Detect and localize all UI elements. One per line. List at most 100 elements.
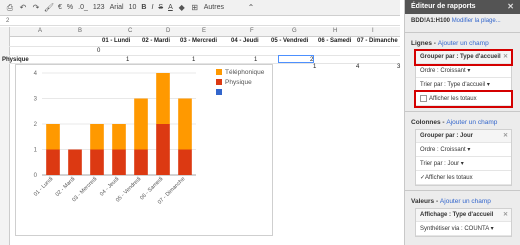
display-type-field[interactable]: Affichage : Type d'accueil ✕ — [416, 209, 511, 223]
y-tick-label: 0 — [34, 173, 38, 179]
col-g[interactable]: G — [292, 27, 297, 36]
header-tuesday[interactable]: 02 - Mardi — [142, 38, 170, 44]
rows-section-header: Lignes - Ajouter un champ — [411, 40, 489, 47]
show-totals-checkbox[interactable]: Afficher les totaux — [414, 89, 513, 109]
decimals-button[interactable]: .0_ — [78, 4, 88, 11]
header-wednesday[interactable]: 03 - Mercredi — [180, 38, 217, 44]
row-label-physique[interactable]: Physique — [2, 57, 29, 63]
col-f[interactable]: F — [250, 27, 254, 36]
y-tick-label: 2 — [34, 122, 38, 128]
x-tick-label: 04 - Jeudi — [99, 176, 120, 197]
columns-field-box: Grouper par : Jour ✕ Ordre : Croissant ▾… — [415, 129, 512, 187]
borders-icon[interactable]: ⊞ — [191, 3, 199, 12]
legend-swatch — [216, 89, 222, 95]
bar-segment — [90, 124, 104, 150]
cell-value[interactable]: 3 — [397, 64, 400, 70]
print-icon[interactable]: ⎙ — [6, 3, 14, 12]
divider — [405, 32, 520, 33]
panel-title-text: Éditeur de rapports — [411, 3, 476, 10]
header-saturday[interactable]: 06 - Samedi — [318, 38, 351, 44]
close-icon[interactable]: ✕ — [507, 0, 514, 14]
summarize-label: Synthétiser via : COUNTA — [420, 226, 489, 233]
column-headers: A B C D E F G H I — [0, 27, 400, 37]
strike-button[interactable]: S — [158, 4, 163, 11]
currency-button[interactable]: € — [58, 4, 62, 11]
number-format-button[interactable]: 123 — [93, 4, 105, 11]
fill-color-icon[interactable]: ◆ — [178, 3, 186, 12]
checkbox-icon[interactable] — [420, 95, 427, 102]
cell-value[interactable]: 1 — [254, 57, 257, 63]
col-a[interactable]: A — [38, 27, 42, 36]
bar-segment — [112, 124, 126, 150]
bar-segment — [68, 149, 82, 175]
order-select[interactable]: Ordre : Croissant ▾ — [416, 64, 511, 78]
header-friday[interactable]: 05 - Vendredi — [271, 38, 308, 44]
header-monday[interactable]: 01 - Lundi — [102, 38, 130, 44]
y-tick-label: 1 — [34, 148, 38, 154]
bar-segment — [156, 124, 170, 175]
bar-segment — [134, 149, 148, 175]
divider — [405, 190, 520, 192]
cell-value[interactable]: 4 — [356, 64, 359, 70]
undo-icon[interactable]: ↶ — [19, 3, 27, 12]
rows-field-box: Grouper par : Type d'accueil ✕ Ordre : C… — [414, 49, 513, 109]
summarize-select[interactable]: Synthétiser via : COUNTA ▾ — [416, 222, 511, 237]
bar-segment — [46, 124, 60, 150]
sort-select[interactable]: Trier par : Jour ▾ — [416, 157, 511, 172]
columns-label: Colonnes — [411, 119, 441, 127]
col-h[interactable]: H — [333, 27, 337, 36]
cell-value[interactable]: 1 — [192, 57, 195, 63]
values-section-header: Valeurs - Ajouter un champ — [411, 198, 491, 206]
add-value-field-link[interactable]: Ajouter un champ — [440, 198, 491, 205]
columns-section-header: Colonnes - Ajouter un champ — [411, 119, 498, 127]
col-c[interactable]: C — [128, 27, 132, 36]
cell-value[interactable]: 1 — [313, 64, 316, 70]
chart-svg: 0123401 - Lundi 02 - Mardi03 - Mercredi 04… — [33, 69, 265, 206]
panel-title: Éditeur de rapports ✕ — [405, 0, 520, 14]
edit-range-link[interactable]: Modifier la plage... — [452, 18, 501, 24]
font-select[interactable]: Arial — [110, 4, 124, 11]
more-button[interactable]: Autres — [204, 4, 224, 11]
col-d[interactable]: D — [166, 27, 170, 36]
report-editor-panel: Éditeur de rapports ✕ BDD!A1:H100 Modifi… — [404, 0, 520, 245]
display-type-label: Affichage : Type d'accueil — [420, 212, 494, 219]
bold-button[interactable]: B — [141, 4, 146, 11]
selected-cell[interactable] — [278, 55, 314, 63]
italic-button[interactable]: I — [151, 4, 153, 11]
paint-format-icon[interactable]: 🖌 — [44, 3, 54, 12]
remove-field-icon[interactable]: ✕ — [503, 53, 508, 60]
font-size-select[interactable]: 10 — [129, 4, 137, 11]
remove-field-icon[interactable]: ✕ — [503, 132, 508, 139]
add-column-field-link[interactable]: Ajouter un champ — [446, 119, 497, 126]
chart[interactable]: 0 1 2 3 4 01 - Lundi 02 - Mardi 03 - Mercredi 04… — [15, 64, 273, 236]
x-tick-label: 01 - Lundi — [33, 176, 55, 198]
legend-swatch — [216, 69, 222, 75]
col-b[interactable]: B — [78, 27, 82, 36]
sort-label: Trier par : Jour — [420, 161, 460, 168]
header-sunday[interactable]: 07 - Dimanche — [357, 38, 398, 44]
legend-label: Physique — [225, 79, 252, 86]
group-by-day-field[interactable]: Grouper par : Jour ✕ — [416, 130, 511, 144]
group-by-type-field[interactable]: Grouper par : Type d'accueil ✕ — [414, 49, 513, 66]
col-e[interactable]: E — [202, 27, 206, 36]
cell-value[interactable]: 0 — [97, 48, 100, 54]
col-i[interactable]: I — [372, 27, 374, 36]
header-thursday[interactable]: 04 - Jeudi — [231, 38, 259, 44]
cell-value[interactable]: 2 — [310, 57, 313, 63]
remove-field-icon[interactable]: ✕ — [503, 211, 508, 218]
percent-button[interactable]: % — [67, 4, 73, 11]
sort-select[interactable]: Trier par : Type d'accueil ▾ — [416, 78, 511, 92]
cell-value[interactable]: 1 — [126, 57, 129, 63]
order-select[interactable]: Ordre : Croissant ▾ — [416, 143, 511, 158]
text-color-button[interactable]: A — [168, 4, 173, 11]
show-totals-label: Afficher les totaux — [429, 96, 477, 103]
bar-segment — [112, 149, 126, 175]
add-row-field-link[interactable]: Ajouter un champ — [438, 40, 489, 47]
redo-icon[interactable]: ↷ — [32, 3, 40, 12]
grid-line — [9, 55, 400, 56]
divider — [405, 111, 520, 113]
collapse-icon[interactable]: ⌃ — [247, 3, 255, 12]
formula-bar[interactable]: 2 — [0, 16, 400, 26]
show-totals-checkbox[interactable]: ✓Afficher les totaux — [416, 171, 511, 186]
legend-swatch — [216, 79, 222, 85]
